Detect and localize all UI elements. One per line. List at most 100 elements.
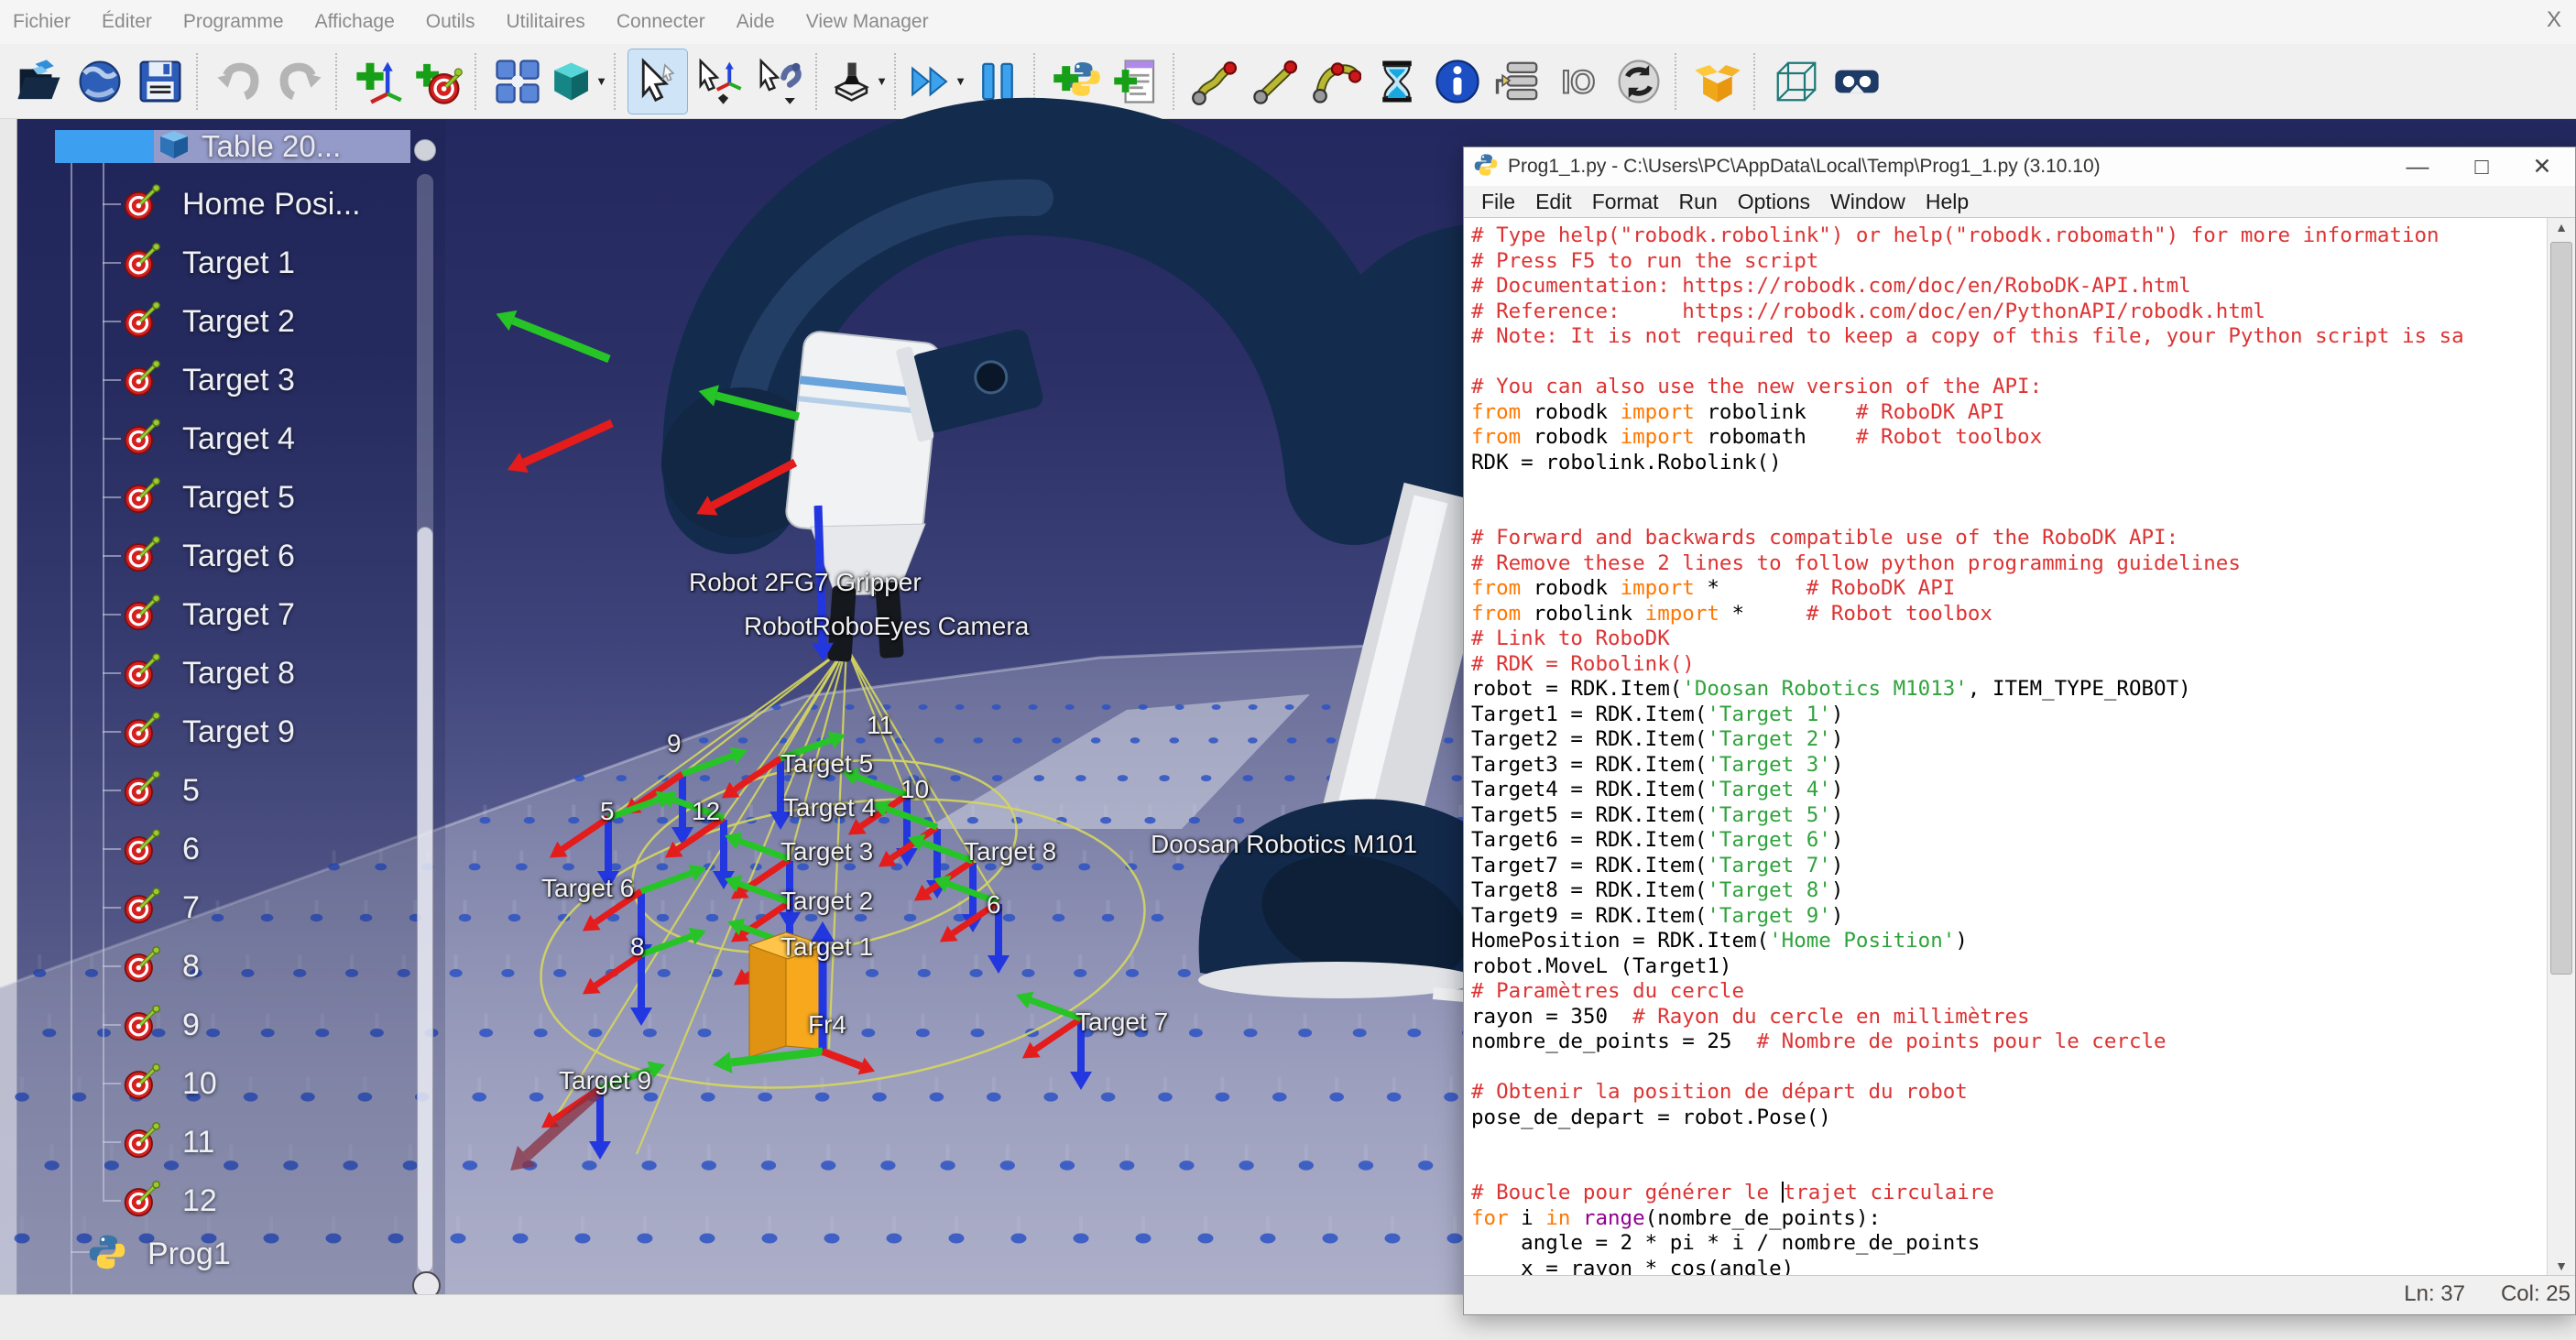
tree-item-7[interactable]: 7	[122, 887, 200, 929]
tree-item-target-1[interactable]: Target 1	[122, 242, 295, 284]
code-line: Target6 = RDK.Item('Target 6')	[1471, 828, 2531, 854]
tree-item-label: Target 1	[182, 245, 295, 281]
scene-label-5: 5	[600, 797, 615, 826]
editor-scrollbar[interactable]: ▲ ▼	[2547, 218, 2575, 1275]
tree-connector	[103, 1083, 121, 1084]
box-icon	[154, 126, 192, 168]
scroll-down-icon[interactable]: ▼	[2548, 1258, 2575, 1273]
code-line: # Paramètres du cercle	[1471, 979, 2531, 1005]
tree-connector	[103, 555, 121, 557]
code-line: from robodk import robomath # Robot tool…	[1471, 425, 2531, 451]
code-line: robot = RDK.Item('Doosan Robotics M1013'…	[1471, 677, 2531, 703]
target-icon	[122, 710, 162, 755]
editor-menu-bar: FileEditFormatRunOptionsWindowHelp	[1464, 186, 2575, 217]
code-line: # Note: It is not required to keep a cop…	[1471, 324, 2531, 350]
tree-item-target-7[interactable]: Target 7	[122, 594, 295, 636]
code-lines: # Type help("robodk.robolink") or help("…	[1471, 223, 2531, 1276]
code-line: Target5 = RDK.Item('Target 5')	[1471, 803, 2531, 829]
tree-item-home-posi-[interactable]: Home Posi...	[122, 183, 361, 225]
tree-scrollbar-thumb[interactable]	[417, 527, 433, 1273]
tree-item-label: Table 20...	[202, 129, 341, 164]
tree-item-9[interactable]: 9	[122, 1004, 200, 1046]
editor-menu-edit[interactable]: Edit	[1525, 190, 1582, 214]
tree-item-12[interactable]: 12	[122, 1180, 217, 1222]
tree-item-11[interactable]: 11	[122, 1121, 214, 1163]
target-icon	[122, 1003, 162, 1048]
tree-item-prog1[interactable]: Prog1	[87, 1233, 231, 1275]
scroll-up-icon[interactable]: ▲	[2548, 220, 2575, 234]
tree-item-table-selected[interactable]: Table 20...	[55, 130, 410, 163]
tree-connector	[103, 1024, 121, 1026]
editor-scrollbar-thumb[interactable]	[2550, 242, 2572, 975]
code-line: # Link to RoboDK	[1471, 626, 2531, 652]
code-line: # Obtenir la position de départ du robot	[1471, 1080, 2531, 1106]
tree-item-6[interactable]: 6	[122, 828, 200, 870]
tree-item-label: 12	[182, 1183, 217, 1219]
tree-connector	[103, 848, 121, 850]
minimize-button[interactable]: —	[2397, 149, 2438, 184]
target-icon	[122, 886, 162, 931]
tree-item-10[interactable]: 10	[122, 1062, 217, 1105]
tree-item-8[interactable]: 8	[122, 945, 200, 987]
target-icon	[122, 300, 162, 344]
tree-item-label: 7	[182, 890, 200, 926]
editor-menu-window[interactable]: Window	[1820, 190, 1916, 214]
tree-connector	[103, 379, 121, 381]
target-icon	[122, 1062, 162, 1106]
tree-item-label: Target 6	[182, 539, 295, 574]
code-line	[1471, 475, 2531, 501]
scene-label-9: 9	[667, 729, 682, 758]
editor-status-bar: Ln: 37 Col: 25	[1464, 1276, 2575, 1314]
tree-connector	[103, 614, 121, 616]
tree-item-label: 6	[182, 832, 200, 867]
tree-connector	[103, 161, 104, 1200]
code-line: robot.MoveL (Target1)	[1471, 954, 2531, 980]
robodk-main-window: FichierÉditerProgrammeAffichageOutilsUti…	[0, 0, 2576, 1340]
tree-item-target-4[interactable]: Target 4	[122, 418, 295, 460]
tree-item-target-3[interactable]: Target 3	[122, 359, 295, 401]
tree-item-label: Target 7	[182, 597, 295, 633]
tree-connector	[103, 1141, 121, 1143]
tree-connector	[103, 965, 121, 967]
station-tree: Table 20... Home Posi... Target 1 Target 2…	[0, 119, 458, 1294]
code-area[interactable]: # Type help("robodk.robolink") or help("…	[1464, 217, 2575, 1276]
close-button[interactable]: ✕	[2522, 149, 2562, 184]
code-line: Target7 = RDK.Item('Target 7')	[1471, 854, 2531, 879]
editor-menu-file[interactable]: File	[1471, 190, 1525, 214]
editor-menu-help[interactable]: Help	[1916, 190, 1979, 214]
code-line: RDK = robolink.Robolink()	[1471, 451, 2531, 476]
editor-menu-format[interactable]: Format	[1582, 190, 1669, 214]
code-line: for i in range(nombre_de_points):	[1471, 1206, 2531, 1232]
tree-item-target-8[interactable]: Target 8	[122, 652, 295, 694]
tree-item-5[interactable]: 5	[122, 769, 200, 812]
tree-connector	[103, 907, 121, 909]
code-line: # Boucle pour générer le trajet circulai…	[1471, 1181, 2531, 1206]
tree-item-label: Target 9	[182, 714, 295, 750]
scene-label-target-6: Target 6	[541, 874, 634, 903]
editor-menu-options[interactable]: Options	[1728, 190, 1820, 214]
scene-label-6: 6	[987, 890, 1001, 920]
line-indicator: Ln: 37	[2404, 1281, 2465, 1307]
tree-item-label: 11	[182, 1125, 214, 1160]
tree-item-target-9[interactable]: Target 9	[122, 711, 295, 753]
target-icon	[122, 241, 162, 286]
editor-menu-run[interactable]: Run	[1669, 190, 1728, 214]
code-line: nombre_de_points = 25 # Nombre de points…	[1471, 1030, 2531, 1055]
target-icon	[122, 534, 162, 579]
tree-item-target-2[interactable]: Target 2	[122, 300, 295, 343]
tree-item-target-6[interactable]: Target 6	[122, 535, 295, 577]
tree-item-label: Target 8	[182, 656, 295, 692]
maximize-button[interactable]: □	[2461, 149, 2502, 184]
python-icon	[87, 1232, 127, 1277]
code-line	[1471, 501, 2531, 527]
tree-connector	[103, 321, 121, 322]
tree-connector	[103, 790, 121, 791]
scene-label-target-2: Target 2	[780, 887, 873, 916]
code-line: # Type help("robodk.robolink") or help("…	[1471, 223, 2531, 249]
code-line: # Reference: https://robodk.com/doc/en/P…	[1471, 300, 2531, 325]
code-line: angle = 2 * pi * i / nombre_de_points	[1471, 1231, 2531, 1257]
tree-item-target-5[interactable]: Target 5	[122, 476, 295, 518]
tree-scroll-top-knob[interactable]	[414, 139, 436, 161]
scene-label-robot-2fg7-gripper: Robot 2FG7 Gripper	[689, 568, 922, 597]
target-icon	[122, 593, 162, 637]
